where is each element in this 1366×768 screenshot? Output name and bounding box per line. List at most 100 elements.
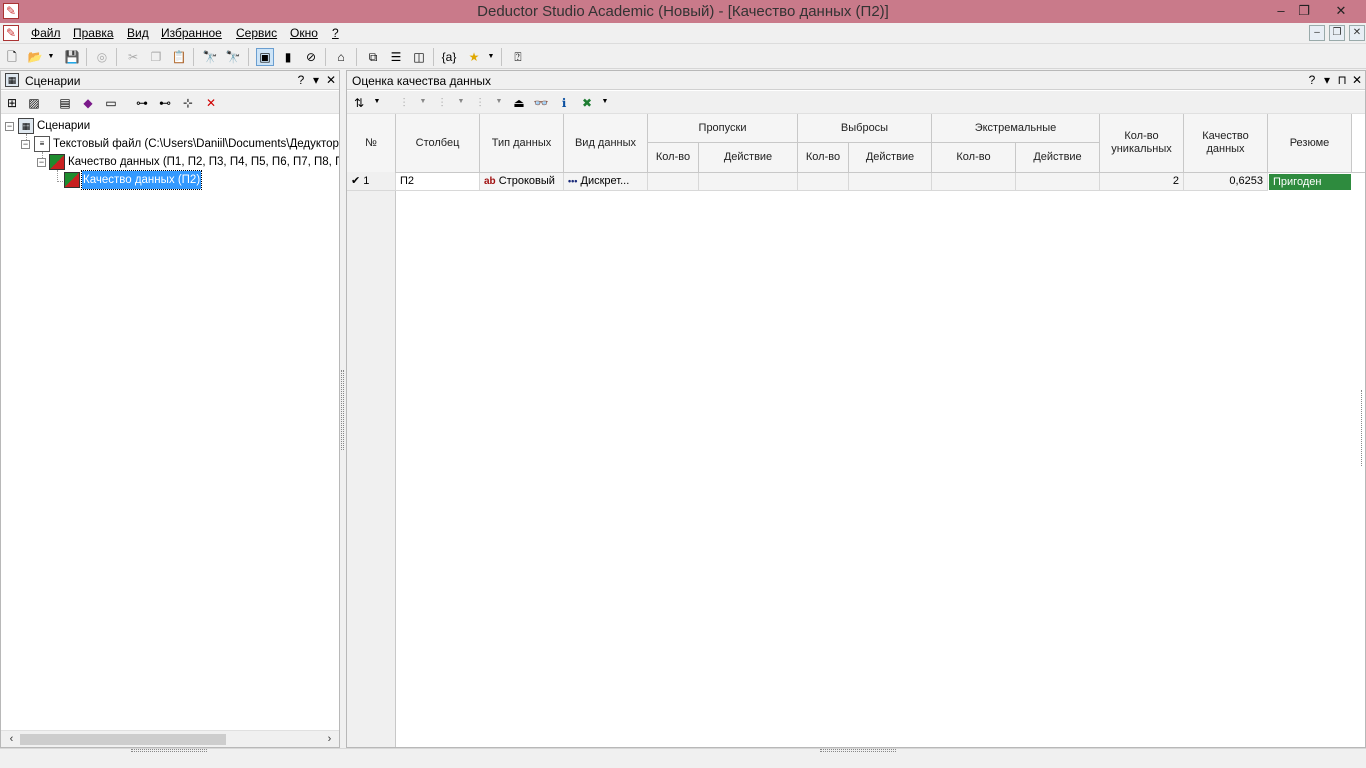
paste-icon[interactable]: 📋 xyxy=(170,48,188,66)
horizontal-scrollbar[interactable]: ‹ › xyxy=(1,730,339,747)
mdi-close-button[interactable]: ✕ xyxy=(1349,25,1365,41)
new-file-icon[interactable]: 🗋 xyxy=(3,48,21,66)
header-extremes[interactable]: Экстремальные xyxy=(932,114,1100,143)
header-data-kind[interactable]: Вид данных xyxy=(564,114,648,173)
cube-icon[interactable]: ◆ xyxy=(79,94,97,112)
wizard-import-icon[interactable]: ⊞ xyxy=(3,94,21,112)
panel-close-button[interactable]: ✕ xyxy=(1350,72,1364,88)
menu-view[interactable]: Вид xyxy=(127,26,149,40)
right-panel-resize-grip[interactable] xyxy=(820,749,896,752)
cut-icon[interactable]: ✂ xyxy=(124,48,142,66)
sort-icon[interactable]: ⇅ xyxy=(350,94,368,112)
copy-icon[interactable]: ❐ xyxy=(147,48,165,66)
export-icon[interactable]: ▭ xyxy=(102,94,120,112)
export-dropdown-icon[interactable]: ▼ xyxy=(601,93,609,111)
panel-close-button[interactable]: ✕ xyxy=(324,72,338,88)
scenarios-panel-icon[interactable]: ▣ xyxy=(256,48,274,66)
header-missing[interactable]: Пропуски xyxy=(648,114,798,143)
scroll-left-icon[interactable]: ‹ xyxy=(3,731,20,748)
panel-dock-button[interactable]: ⊓ xyxy=(1335,72,1349,88)
mdi-restore-button[interactable]: ❐ xyxy=(1329,25,1345,41)
scrollbar-thumb[interactable] xyxy=(20,734,226,745)
header-data-quality[interactable]: Качество данных xyxy=(1184,114,1268,173)
close-button[interactable]: ✕ xyxy=(1327,1,1355,21)
left-panel-resize-grip[interactable] xyxy=(131,749,207,752)
cell-extremes-action[interactable] xyxy=(1016,173,1100,191)
scroll-right-icon[interactable]: › xyxy=(321,731,338,748)
header-extremes-count[interactable]: Кол-во xyxy=(932,143,1016,173)
open-folder-icon[interactable]: 📂 xyxy=(26,48,44,66)
favorites-dropdown-icon[interactable]: ▼ xyxy=(487,48,495,66)
delete-icon[interactable]: ✕ xyxy=(202,94,220,112)
tree-collapse-icon[interactable]: ⊷ xyxy=(156,94,174,112)
menu-help[interactable]: ? xyxy=(332,26,339,40)
header-extremes-action[interactable]: Действие xyxy=(1016,143,1100,173)
open-dropdown-icon[interactable]: ▼ xyxy=(47,48,55,66)
find-next-icon[interactable]: 🔭 xyxy=(224,48,242,66)
panel-menu-button[interactable]: ▾ xyxy=(1320,72,1334,88)
header-num[interactable]: № xyxy=(347,114,396,173)
missing-chart-icon[interactable]: ⫶ xyxy=(395,94,413,112)
header-data-type[interactable]: Тип данных xyxy=(480,114,564,173)
tree-properties-icon[interactable]: ⊹ xyxy=(179,94,197,112)
cell-column[interactable]: П2 xyxy=(396,173,480,191)
outliers-chart-icon[interactable]: ⫶ xyxy=(433,94,451,112)
home-icon[interactable]: ⌂ xyxy=(332,48,350,66)
cell-quality[interactable]: 0,6253 xyxy=(1184,173,1268,191)
missing-dropdown-icon[interactable]: ▼ xyxy=(419,93,427,111)
mdi-minimize-button[interactable]: – xyxy=(1309,25,1325,41)
cell-outliers-action[interactable] xyxy=(849,173,932,191)
cell-outliers-count[interactable] xyxy=(798,173,849,191)
tile-horizontal-icon[interactable]: ☰ xyxy=(387,48,405,66)
menu-favorites[interactable]: Избранное xyxy=(161,26,222,40)
panel-help-button[interactable]: ? xyxy=(294,72,308,88)
tree-item-text-file[interactable]: − ≡ Текстовый файл (C:\Users\Daniil\Docu… xyxy=(1,135,339,153)
document-icon[interactable]: ✎ xyxy=(3,25,19,41)
refresh-icon[interactable]: ◎ xyxy=(93,48,111,66)
panel-help-button[interactable]: ? xyxy=(1305,72,1319,88)
cell-missing-action[interactable] xyxy=(699,173,798,191)
cascade-windows-icon[interactable]: ⧉ xyxy=(364,48,382,66)
cell-data-kind[interactable]: ••• Дискрет... xyxy=(564,173,648,191)
star-icon[interactable]: ★ xyxy=(465,48,483,66)
header-unique-count[interactable]: Кол-во уникальных xyxy=(1100,114,1184,173)
cell-extremes-count[interactable] xyxy=(932,173,1016,191)
filter-icon[interactable]: ⏏ xyxy=(510,94,528,112)
wizard-process-icon[interactable]: ▨ xyxy=(25,94,43,112)
save-icon[interactable]: 💾 xyxy=(63,48,81,66)
collapse-icon[interactable]: − xyxy=(37,158,46,167)
header-outliers[interactable]: Выбросы xyxy=(798,114,932,143)
restore-button[interactable]: ❐ xyxy=(1290,1,1318,21)
info-icon[interactable]: ℹ xyxy=(555,94,573,112)
header-summary[interactable]: Резюме xyxy=(1268,114,1352,173)
find-icon[interactable]: 🔭 xyxy=(201,48,219,66)
tree-expand-icon[interactable]: ⊶ xyxy=(133,94,151,112)
outliers-dropdown-icon[interactable]: ▼ xyxy=(457,93,465,111)
header-outliers-action[interactable]: Действие xyxy=(849,143,932,173)
tile-vertical-icon[interactable]: ◫ xyxy=(410,48,428,66)
menu-file[interactable]: Файл xyxy=(31,26,61,40)
tree-item-quality-p2[interactable]: Качество данных (П2) xyxy=(1,170,339,190)
header-missing-count[interactable]: Кол-во xyxy=(648,143,699,173)
menu-edit[interactable]: Правка xyxy=(73,26,114,40)
excel-export-icon[interactable]: ✖ xyxy=(578,94,596,112)
header-column[interactable]: Столбец xyxy=(396,114,480,173)
menu-window[interactable]: Окно xyxy=(290,26,318,40)
cell-data-type[interactable]: ab Строковый xyxy=(480,173,564,191)
tree-item-quality-all[interactable]: − Качество данных (П1, П2, П3, П4, П5, П… xyxy=(1,153,339,171)
table-view-icon[interactable]: ▤ xyxy=(56,94,74,112)
sort-dropdown-icon[interactable]: ▼ xyxy=(373,93,381,111)
splitter-grip[interactable] xyxy=(341,370,344,450)
menu-service[interactable]: Сервис xyxy=(236,26,277,40)
extremes-dropdown-icon[interactable]: ▼ xyxy=(495,93,503,111)
glasses-icon[interactable]: 👓 xyxy=(532,94,550,112)
header-outliers-count[interactable]: Кол-во xyxy=(798,143,849,173)
header-missing-action[interactable]: Действие xyxy=(699,143,798,173)
cell-unique-count[interactable]: 2 xyxy=(1100,173,1184,191)
right-edge-grip[interactable] xyxy=(1361,390,1365,466)
extremes-chart-icon[interactable]: ⫶ xyxy=(471,94,489,112)
tree-item-scenarios[interactable]: − ▦ Сценарии xyxy=(1,117,339,135)
cell-summary-status[interactable]: Пригоден xyxy=(1268,173,1352,191)
cell-missing-count[interactable] xyxy=(648,173,699,191)
collapse-icon[interactable]: − xyxy=(21,140,30,149)
